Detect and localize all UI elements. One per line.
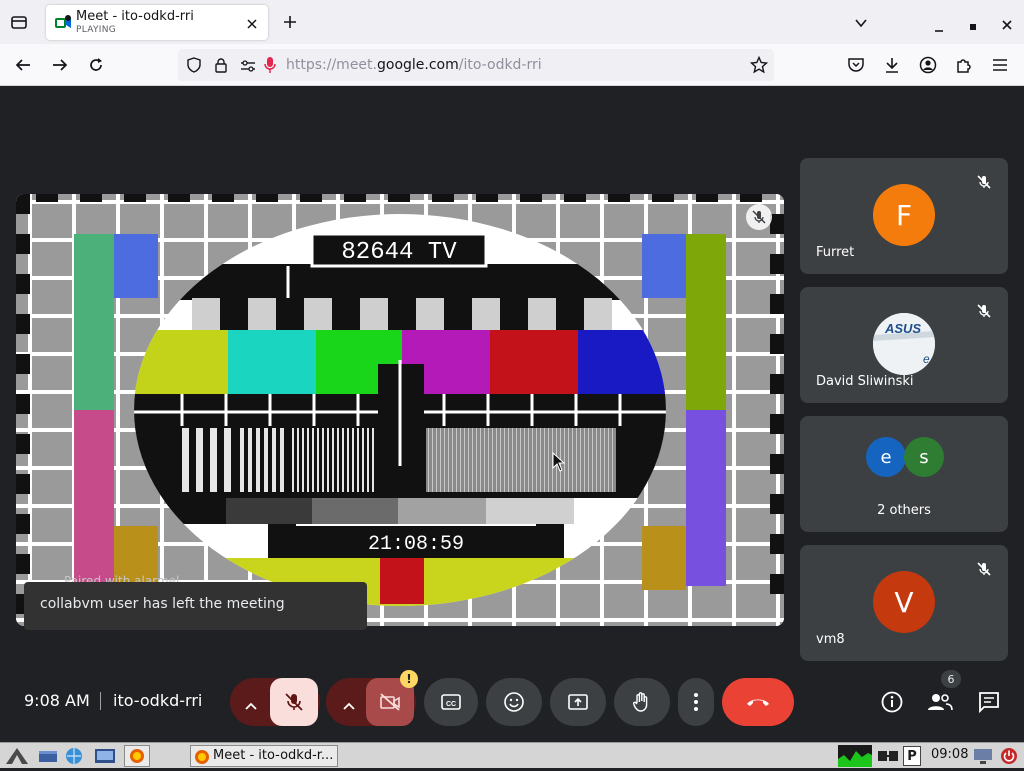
tab-title: Meet - ito-odkd-rri [76, 9, 194, 24]
reload-icon[interactable] [87, 56, 105, 78]
people-count-badge: 6 [941, 670, 961, 688]
tab-list-icon[interactable] [10, 13, 28, 35]
menu-hamburger-icon[interactable] [991, 56, 1009, 78]
hang-up-icon [747, 699, 769, 706]
browser-tab-bar: Meet - ito-odkd-rri PLAYING [0, 0, 1024, 44]
participant-tile-david-sliwinski[interactable]: ASUS e David Sliwinski [800, 287, 1008, 403]
os-taskbar: Meet - ito-odkd-r... P 09:08 [0, 742, 1024, 768]
close-tab-icon[interactable] [246, 15, 258, 34]
closed-captions-icon: CC [441, 694, 461, 710]
asus-logo-avatar-image: ASUS e [873, 313, 935, 375]
tab-overflow-chevron-icon[interactable] [854, 15, 868, 34]
emoji-smile-icon [504, 692, 524, 712]
avatar: V [873, 571, 935, 633]
svg-text:e: e [923, 352, 930, 366]
power-icon[interactable] [1000, 747, 1018, 769]
mouse-cursor-icon [552, 451, 566, 476]
muted-mic-icon [976, 561, 992, 581]
camera-off-icon [380, 693, 400, 711]
downloads-icon[interactable] [883, 56, 901, 78]
more-vertical-icon [694, 693, 698, 711]
avatar: s [904, 437, 944, 477]
firefox-icon [194, 749, 210, 766]
taskbar-window-label: Meet - ito-odkd-r... [213, 748, 334, 763]
back-arrow-icon[interactable] [14, 56, 32, 78]
microphone-control-group [230, 678, 320, 726]
meeting-code: ito-odkd-rri [113, 691, 203, 710]
chat-icon[interactable] [977, 690, 1001, 718]
extensions-icon[interactable] [955, 56, 973, 78]
show-desktop-icon[interactable] [38, 748, 58, 768]
display-settings-icon[interactable] [973, 747, 993, 769]
maximize-window-icon[interactable] [968, 17, 978, 36]
leave-call-button[interactable] [722, 678, 794, 726]
muted-mic-icon [976, 174, 992, 194]
start-menu-icon[interactable] [4, 746, 30, 770]
test-card-image: 82644 TV 21:08:59 [16, 194, 784, 626]
account-icon[interactable] [919, 56, 937, 78]
meeting-time: 9:08 AM [24, 691, 90, 710]
avatar: ASUS e [873, 313, 935, 375]
present-screen-icon [568, 694, 588, 710]
participant-tile-vm8[interactable]: V vm8 [800, 545, 1008, 661]
more-options-button[interactable] [678, 678, 714, 726]
close-window-icon[interactable] [1001, 16, 1013, 35]
cpu-monitor-graph [838, 745, 872, 767]
bookmark-star-icon[interactable] [749, 55, 769, 78]
svg-text:CC: CC [446, 701, 456, 708]
keyboard-layout-icon[interactable]: P [903, 746, 921, 766]
meet-favicon-icon [55, 15, 71, 35]
participant-name: vm8 [816, 632, 845, 647]
tv-channel-label: 82644 TV [341, 239, 457, 266]
file-manager-icon[interactable] [94, 747, 116, 769]
svg-text:ASUS: ASUS [884, 321, 921, 336]
muted-mic-icon [976, 303, 992, 323]
pocket-icon[interactable] [847, 56, 865, 78]
toast-message: collabvm user has left the meeting [40, 596, 285, 612]
taskbar-clock[interactable]: 09:08 [931, 747, 968, 762]
present-screen-button[interactable] [550, 678, 606, 726]
participant-name: Furret [816, 245, 855, 260]
people-icon[interactable] [927, 690, 953, 718]
tv-clock-label: 21:08:59 [368, 533, 464, 556]
participant-tile-furret[interactable]: F Furret [800, 158, 1008, 274]
lock-icon[interactable] [214, 57, 228, 77]
video-options-chevron-icon[interactable] [342, 696, 356, 715]
web-browser-launcher-icon[interactable] [64, 747, 84, 769]
divider [100, 692, 101, 710]
tab-playing-label: PLAYING [76, 25, 117, 35]
permissions-icon[interactable] [240, 58, 256, 77]
raise-hand-button[interactable] [614, 678, 670, 726]
camera-warning-badge: ! [400, 670, 418, 688]
forward-arrow-icon[interactable] [51, 56, 69, 78]
microphone-active-icon[interactable] [264, 56, 276, 78]
browser-tab[interactable]: Meet - ito-odkd-rri PLAYING [46, 5, 268, 40]
video-muted-mic-icon [746, 204, 772, 230]
microphone-toggle-button[interactable] [270, 678, 318, 726]
network-icon[interactable] [876, 747, 900, 769]
participant-tile-others[interactable]: e s 2 others [800, 416, 1008, 532]
avatar: e [866, 437, 906, 477]
captions-button[interactable]: CC [424, 678, 478, 726]
participant-name: 2 others [877, 503, 931, 518]
address-bar[interactable]: https://meet.google.com/ito-odkd-rri [178, 49, 774, 81]
browser-nav-bar: https://meet.google.com/ito-odkd-rri [0, 44, 1024, 86]
taskbar-window-button[interactable]: Meet - ito-odkd-r... [190, 745, 338, 767]
minimize-window-icon[interactable] [934, 18, 944, 37]
participant-left-toast: collabvm user has left the meeting [24, 582, 367, 630]
meeting-details-info-icon[interactable] [880, 690, 904, 718]
raise-hand-icon [633, 692, 648, 712]
url-text[interactable]: https://meet.google.com/ito-odkd-rri [286, 57, 542, 73]
participant-name: David Sliwinski [816, 374, 914, 389]
reactions-button[interactable] [486, 678, 542, 726]
shield-icon[interactable] [186, 57, 202, 77]
camera-control-group: ! [326, 670, 418, 726]
firefox-launcher-icon[interactable] [124, 745, 150, 767]
meet-stage: 82644 TV 21:08:59 Paired with alarmel co… [0, 86, 1024, 742]
main-video-tile[interactable]: 82644 TV 21:08:59 Paired with alarmel [16, 194, 784, 626]
audio-options-chevron-icon[interactable] [244, 696, 258, 715]
avatar: F [873, 184, 935, 246]
new-tab-icon[interactable] [282, 14, 298, 34]
microphone-off-icon [285, 693, 303, 711]
